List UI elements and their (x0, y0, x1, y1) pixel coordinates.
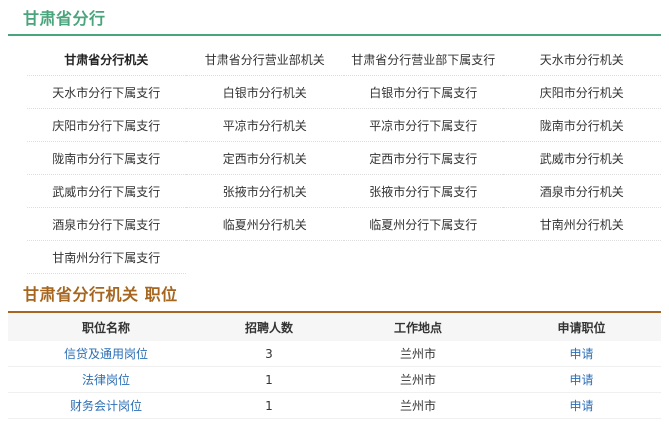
job-location: 兰州市 (334, 366, 502, 393)
section-divider-branches (8, 34, 661, 36)
jobs-table: 职位名称 招聘人数 工作地点 申请职位 信贷及通用岗位 3 兰州市 申请 法律岗… (8, 313, 661, 419)
jobs-table-header-row: 职位名称 招聘人数 工作地点 申请职位 (8, 313, 661, 341)
branch-item[interactable]: 平凉市分行下属支行 (344, 109, 503, 142)
branch-item[interactable]: 临夏州分行机关 (185, 208, 344, 241)
branch-item[interactable]: 白银市分行下属支行 (344, 76, 503, 109)
job-location: 兰州市 (334, 392, 502, 419)
table-row: 财务会计岗位 1 兰州市 申请 (8, 392, 661, 419)
branch-item[interactable]: 武威市分行机关 (502, 142, 661, 175)
branch-item[interactable]: 陇南市分行机关 (502, 109, 661, 142)
branch-item[interactable]: 天水市分行机关 (502, 43, 661, 76)
branch-item[interactable]: 定西市分行机关 (185, 142, 344, 175)
apply-link[interactable]: 申请 (569, 373, 593, 387)
job-headcount: 1 (204, 366, 334, 393)
header-apply: 申请职位 (502, 313, 661, 341)
job-headcount: 1 (204, 392, 334, 419)
job-name-link[interactable]: 法律岗位 (82, 373, 130, 387)
branch-item[interactable]: 定西市分行下属支行 (344, 142, 503, 175)
branch-item[interactable]: 甘肃省分行机关 (27, 43, 186, 76)
branch-item[interactable]: 临夏州分行下属支行 (344, 208, 503, 241)
branch-item[interactable]: 甘南州分行下属支行 (27, 241, 186, 274)
branch-item[interactable]: 酒泉市分行机关 (502, 175, 661, 208)
job-name-link[interactable]: 信贷及通用岗位 (64, 347, 148, 361)
job-location: 兰州市 (334, 341, 502, 367)
section-title-jobs: 甘肃省分行机关 职位 (23, 285, 178, 304)
branch-item[interactable]: 庆阳市分行下属支行 (27, 109, 186, 142)
branch-item[interactable]: 酒泉市分行下属支行 (27, 208, 186, 241)
branch-item[interactable]: 武威市分行下属支行 (27, 175, 186, 208)
branch-item[interactable]: 张掖市分行下属支行 (344, 175, 503, 208)
table-row: 法律岗位 1 兰州市 申请 (8, 366, 661, 393)
apply-link[interactable]: 申请 (569, 347, 593, 361)
branch-item[interactable]: 白银市分行机关 (185, 76, 344, 109)
apply-link[interactable]: 申请 (569, 399, 593, 413)
job-name-link[interactable]: 财务会计岗位 (70, 399, 142, 413)
branch-grid: 甘肃省分行机关 甘肃省分行营业部机关 甘肃省分行营业部下属支行 天水市分行机关 … (27, 43, 661, 274)
branch-item[interactable]: 平凉市分行机关 (185, 109, 344, 142)
branch-item[interactable]: 陇南市分行下属支行 (27, 142, 186, 175)
section-title-branches: 甘肃省分行 (23, 9, 106, 28)
header-job-name: 职位名称 (8, 313, 204, 341)
header-location: 工作地点 (334, 313, 502, 341)
branch-item[interactable]: 甘肃省分行营业部机关 (185, 43, 344, 76)
branch-item[interactable]: 庆阳市分行机关 (502, 76, 661, 109)
header-headcount: 招聘人数 (204, 313, 334, 341)
job-headcount: 3 (204, 341, 334, 367)
branch-item[interactable]: 张掖市分行机关 (185, 175, 344, 208)
table-row: 信贷及通用岗位 3 兰州市 申请 (8, 341, 661, 367)
branch-item[interactable]: 甘南州分行机关 (502, 208, 661, 241)
branch-item[interactable]: 天水市分行下属支行 (27, 76, 186, 109)
branch-item[interactable]: 甘肃省分行营业部下属支行 (344, 43, 503, 76)
